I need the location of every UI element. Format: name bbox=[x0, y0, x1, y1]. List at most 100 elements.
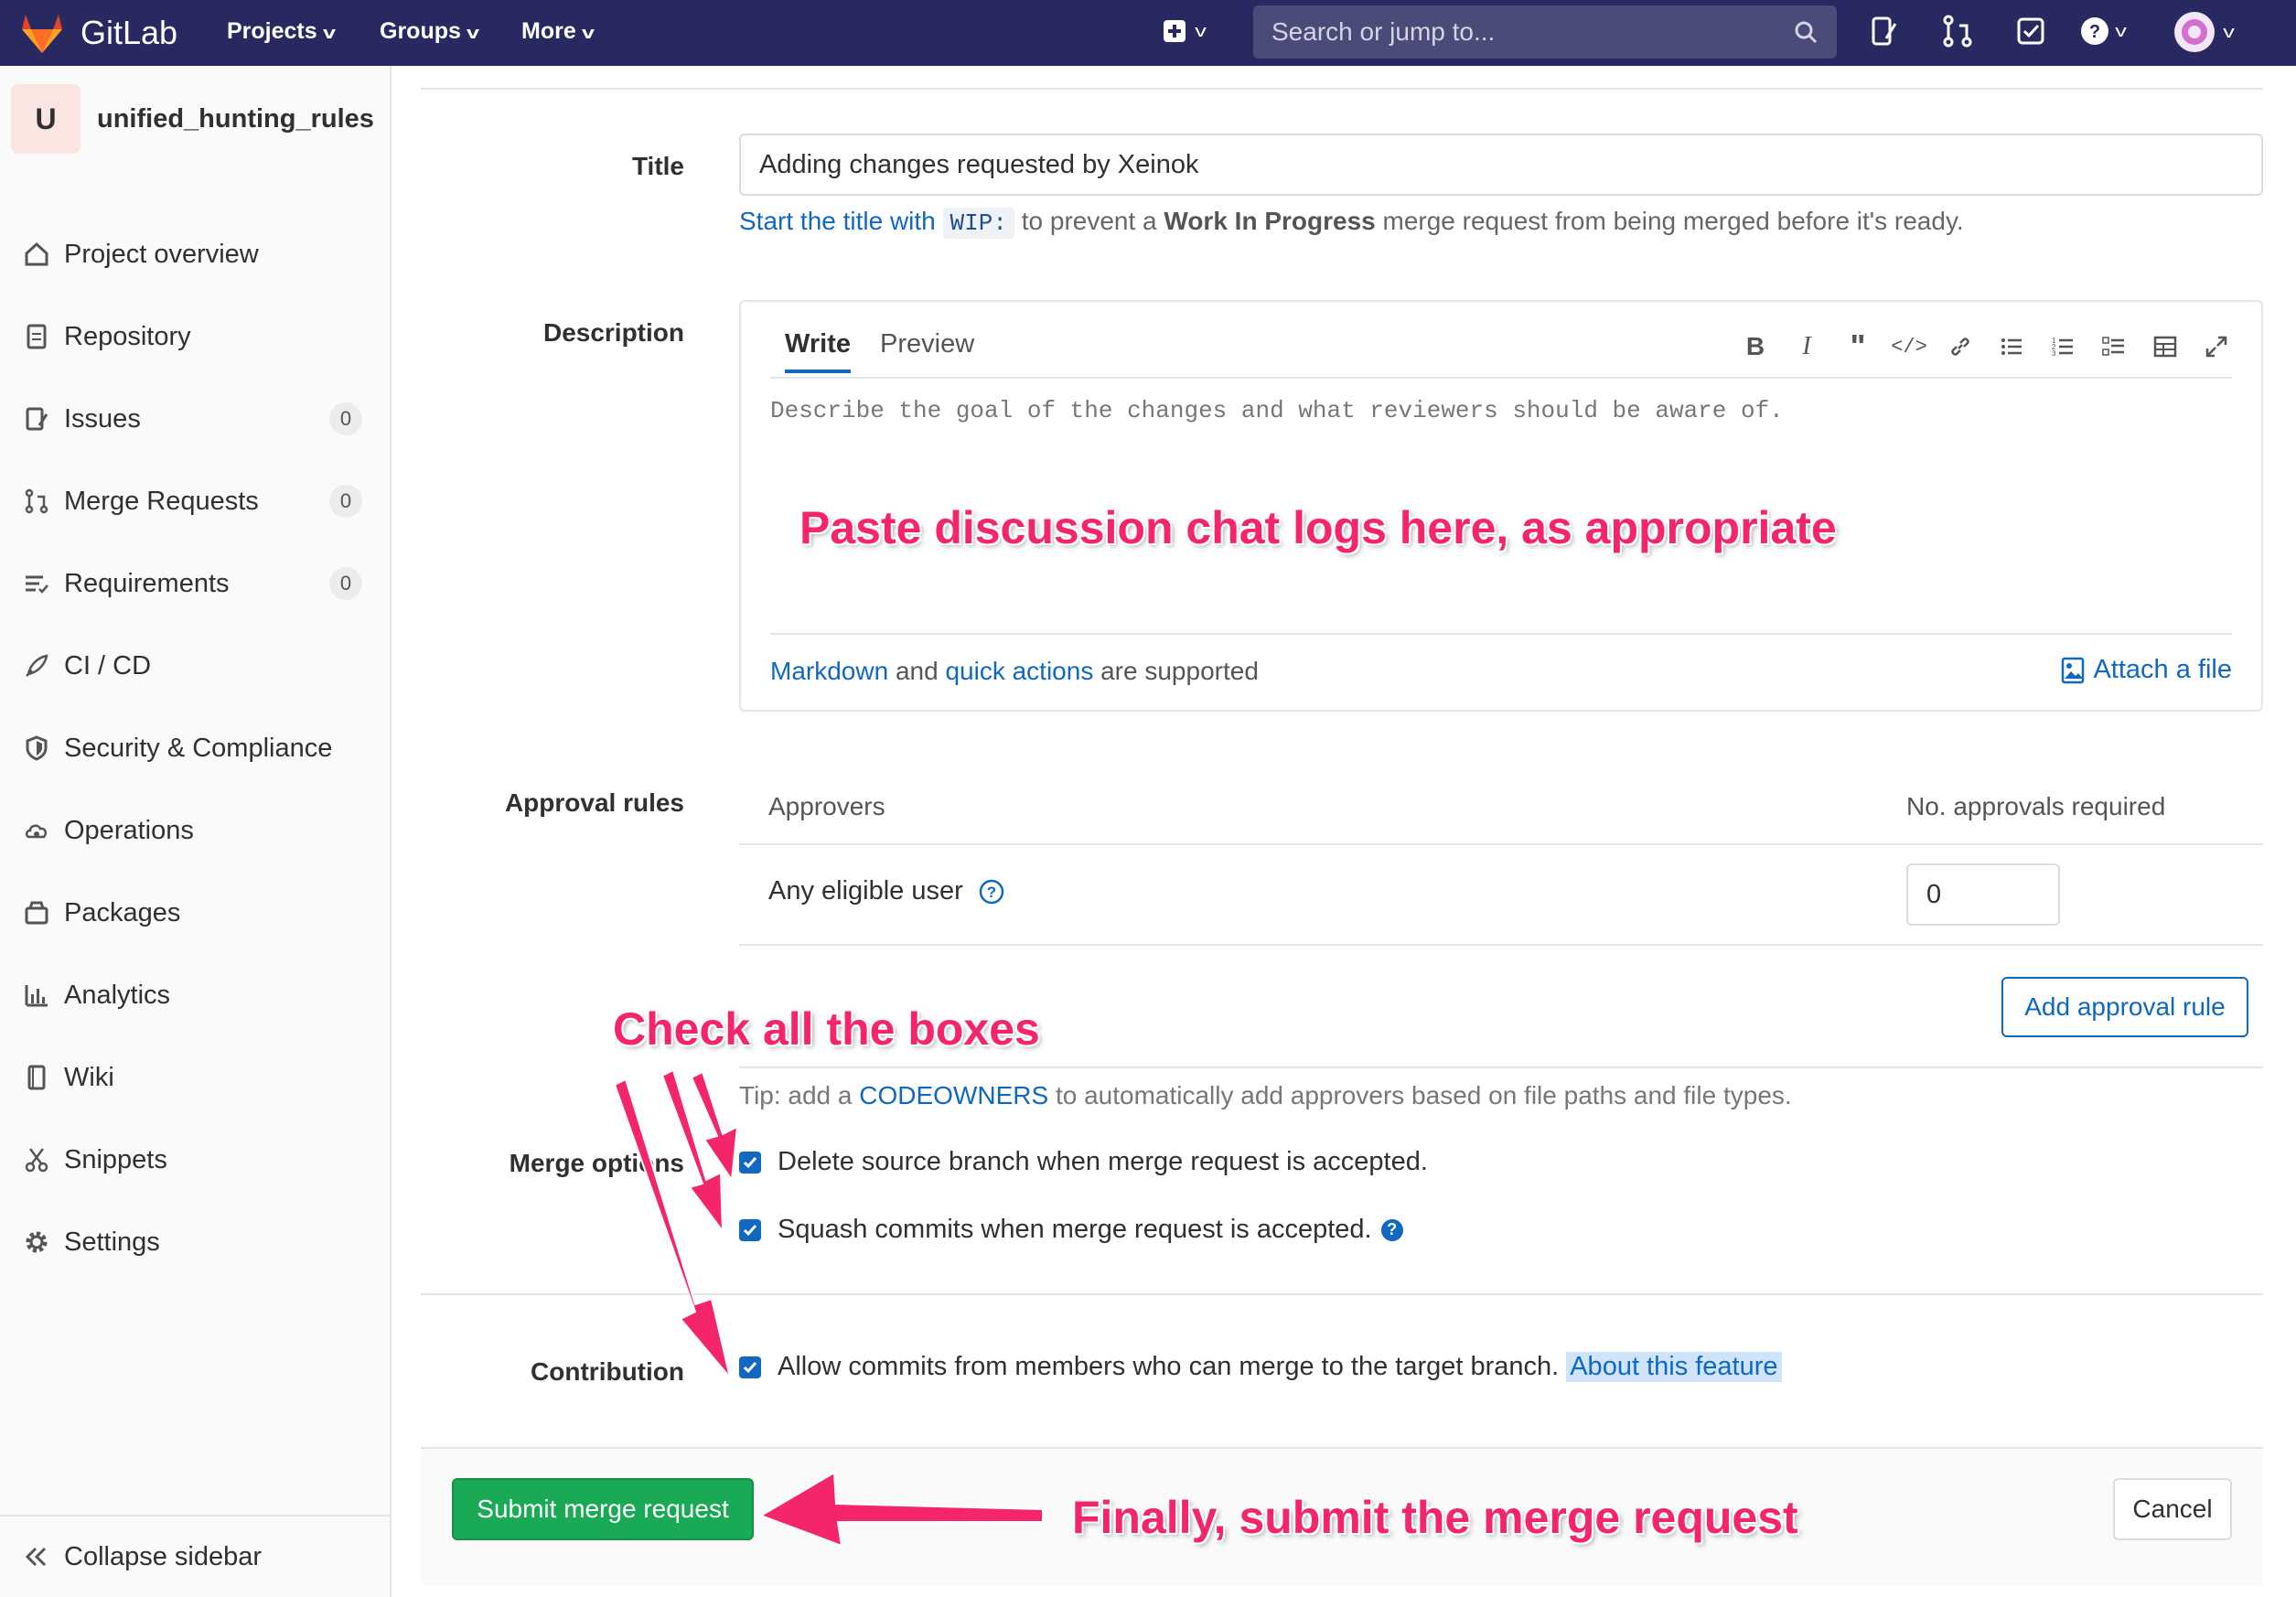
chevron-down-icon: v bbox=[1195, 21, 1207, 40]
markdown-link[interactable]: Markdown bbox=[770, 657, 888, 685]
fullscreen-icon[interactable] bbox=[2199, 329, 2234, 364]
table-icon[interactable] bbox=[2148, 329, 2183, 364]
more-menu-label: More bbox=[521, 18, 576, 44]
merge-options-divider bbox=[421, 1293, 2263, 1295]
cloud-gear-icon bbox=[20, 814, 53, 847]
projects-menu[interactable]: Projects v bbox=[227, 13, 336, 51]
tab-write[interactable]: Write bbox=[785, 324, 851, 373]
sidebar-item-repository[interactable]: Repository bbox=[0, 300, 390, 373]
sidebar-item-merge-requests[interactable]: Merge Requests 0 bbox=[0, 465, 390, 538]
search-placeholder: Search or jump to... bbox=[1271, 17, 1496, 46]
sidebar-item-label: Requirements bbox=[64, 568, 230, 598]
issues-icon[interactable] bbox=[1866, 13, 1903, 49]
code-icon[interactable]: </> bbox=[1891, 329, 1927, 364]
new-item-dropdown[interactable]: v bbox=[1162, 13, 1226, 49]
merge-options-label: Merge options bbox=[509, 1149, 684, 1177]
sidebar-item-wiki[interactable]: Wiki bbox=[0, 1041, 390, 1114]
collapse-sidebar-button[interactable]: Collapse sidebar bbox=[0, 1515, 390, 1597]
sidebar-item-label: Operations bbox=[64, 815, 194, 845]
sidebar-item-requirements[interactable]: Requirements 0 bbox=[0, 547, 390, 620]
bold-icon[interactable]: B bbox=[1738, 329, 1773, 364]
squash-commits-checkbox[interactable] bbox=[739, 1218, 761, 1241]
gitlab-logo-icon[interactable] bbox=[16, 7, 68, 59]
italic-icon[interactable]: I bbox=[1789, 329, 1824, 364]
sidebar-item-packages[interactable]: Packages bbox=[0, 876, 390, 949]
sidebar-item-issues[interactable]: Issues 0 bbox=[0, 382, 390, 456]
search-input[interactable]: Search or jump to... bbox=[1253, 5, 1837, 59]
add-approval-rule-button[interactable]: Add approval rule bbox=[2001, 977, 2248, 1037]
task-list-icon[interactable] bbox=[2097, 329, 2131, 364]
attach-file-button[interactable]: Attach a file bbox=[2060, 655, 2232, 685]
sidebar-item-analytics[interactable]: Analytics bbox=[0, 959, 390, 1032]
editor-footer-text: Markdown and quick actions are supported bbox=[770, 657, 1259, 686]
help-icon: ? bbox=[2081, 17, 2108, 45]
question-circle-icon[interactable]: ? bbox=[978, 878, 1005, 906]
approvals-required-input[interactable]: 0 bbox=[1906, 863, 2060, 926]
help-dropdown[interactable]: ? v bbox=[2080, 13, 2144, 49]
package-icon bbox=[20, 896, 53, 929]
chevron-down-icon: v bbox=[581, 24, 595, 42]
sidebar-item-ci-cd[interactable]: CI / CD bbox=[0, 629, 390, 702]
delete-source-branch-label[interactable]: Delete source branch when merge request … bbox=[778, 1147, 1428, 1177]
project-avatar[interactable]: U bbox=[11, 84, 80, 154]
numbered-list-icon[interactable]: 123 bbox=[2045, 329, 2080, 364]
gear-icon bbox=[20, 1226, 53, 1259]
description-textarea[interactable]: Describe the goal of the changes and wha… bbox=[770, 397, 1784, 424]
squash-commits-label[interactable]: Squash commits when merge request is acc… bbox=[778, 1215, 1372, 1245]
top-navbar: GitLab Projects v Groups v More v v Search … bbox=[0, 0, 2296, 66]
chevron-down-icon: v bbox=[2115, 21, 2127, 40]
submit-merge-request-button[interactable]: Submit merge request bbox=[452, 1478, 754, 1540]
description-label: Description bbox=[542, 318, 684, 347]
quote-icon[interactable]: " bbox=[1840, 327, 1875, 365]
bullet-list-icon[interactable] bbox=[1994, 329, 2029, 364]
sidebar-item-label: Wiki bbox=[64, 1062, 114, 1092]
sidebar-item-settings[interactable]: Settings bbox=[0, 1206, 390, 1279]
sidebar-item-label: Snippets bbox=[64, 1144, 167, 1174]
user-menu[interactable]: v bbox=[2173, 9, 2256, 55]
sidebar-item-label: Security & Compliance bbox=[64, 733, 333, 763]
title-label: Title bbox=[631, 152, 684, 180]
annotation-check-boxes: Check all the boxes bbox=[613, 1003, 1040, 1055]
title-hint: Start the title with WIP: to prevent a W… bbox=[739, 207, 1964, 239]
codeowners-link[interactable]: CODEOWNERS bbox=[859, 1081, 1048, 1109]
quick-actions-link[interactable]: quick actions bbox=[945, 657, 1093, 685]
eligible-user-row: Any eligible user ? bbox=[768, 876, 1005, 906]
about-this-feature-link[interactable]: About this feature bbox=[1566, 1352, 1782, 1382]
plus-square-icon bbox=[1164, 20, 1186, 42]
link-icon[interactable] bbox=[1943, 329, 1978, 364]
approval-row-divider bbox=[739, 944, 2263, 946]
search-icon bbox=[1795, 21, 1818, 44]
footer-text: and bbox=[895, 657, 939, 685]
hint-text: merge request from being merged before i… bbox=[1382, 207, 1964, 235]
issues-icon bbox=[20, 402, 53, 435]
sidebar-item-label: CI / CD bbox=[64, 650, 152, 681]
title-input-value: Adding changes requested by Xeinok bbox=[759, 149, 1199, 179]
wip-hint-link[interactable]: Start the title with bbox=[739, 207, 936, 235]
sidebar-item-snippets[interactable]: Snippets bbox=[0, 1123, 390, 1196]
sidebar-item-project-overview[interactable]: Project overview bbox=[0, 218, 390, 291]
more-menu[interactable]: More v bbox=[521, 13, 595, 51]
allow-commits-label[interactable]: Allow commits from members who can merge… bbox=[778, 1352, 1559, 1382]
hint-text: to prevent a bbox=[1021, 207, 1157, 235]
project-name[interactable]: unified_hunting_rules bbox=[97, 104, 374, 134]
todo-icon[interactable] bbox=[2012, 13, 2049, 49]
groups-menu[interactable]: Groups v bbox=[380, 13, 479, 51]
cancel-button[interactable]: Cancel bbox=[2113, 1478, 2232, 1540]
sidebar-item-security-compliance[interactable]: Security & Compliance bbox=[0, 712, 390, 785]
merge-request-icon[interactable] bbox=[1939, 13, 1976, 49]
groups-menu-label: Groups bbox=[380, 18, 461, 44]
squash-help-icon[interactable]: ? bbox=[1380, 1218, 1403, 1241]
scissors-icon bbox=[20, 1143, 53, 1176]
delete-source-branch-option: Delete source branch when merge request … bbox=[739, 1147, 1428, 1177]
sidebar-item-operations[interactable]: Operations bbox=[0, 794, 390, 867]
title-input[interactable]: Adding changes requested by Xeinok bbox=[739, 134, 2263, 196]
delete-source-branch-checkbox[interactable] bbox=[739, 1151, 761, 1174]
approval-header-divider bbox=[739, 843, 2263, 845]
brand-name[interactable]: GitLab bbox=[80, 9, 177, 57]
approvals-required-column-header: No. approvals required bbox=[1906, 792, 2166, 820]
rocket-icon bbox=[20, 649, 53, 682]
arrow-to-delete-checkbox bbox=[690, 1070, 739, 1183]
annotation-submit: Finally, submit the merge request bbox=[1072, 1492, 1798, 1543]
allow-commits-checkbox[interactable] bbox=[739, 1356, 761, 1378]
tab-preview[interactable]: Preview bbox=[880, 324, 974, 364]
